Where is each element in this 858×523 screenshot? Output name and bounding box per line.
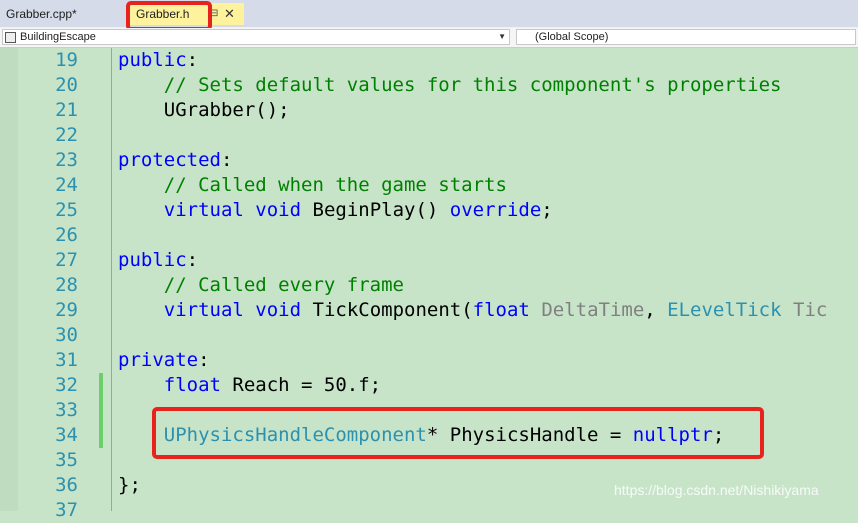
code-token: Reach = 50.f; [220, 374, 382, 396]
code-token: : [186, 49, 199, 71]
code-line[interactable]: 32 float Reach = 50.f; [0, 373, 858, 398]
code-text: // Sets default values for this componen… [118, 73, 782, 98]
code-token: override [449, 199, 542, 221]
code-highlight-annotation [152, 407, 764, 459]
code-token: // Called every frame [118, 274, 404, 296]
line-number: 30 [55, 324, 78, 346]
code-token: UGrabber(); [118, 99, 290, 121]
code-token: float [472, 299, 530, 321]
code-token: : [198, 349, 210, 371]
line-number: 21 [55, 99, 78, 121]
tab-label: Grabber.cpp* [6, 7, 77, 21]
code-text: private: [118, 348, 210, 373]
line-number: 36 [55, 474, 78, 496]
line-number: 24 [55, 174, 78, 196]
code-line[interactable]: 30 [0, 323, 858, 348]
code-line[interactable]: 25 virtual void BeginPlay() override; [0, 198, 858, 223]
code-token: // Sets default values for this componen… [118, 74, 782, 96]
close-icon[interactable]: ✕ [224, 3, 235, 25]
code-token: public [118, 49, 187, 71]
code-text: virtual void TickComponent(float DeltaTi… [118, 298, 828, 323]
code-line[interactable]: 26 [0, 223, 858, 248]
watermark: https://blog.csdn.net/Nishikiyama [614, 482, 819, 498]
code-line[interactable]: 23 protected: [0, 148, 858, 173]
line-number: 26 [55, 224, 78, 246]
line-number: 20 [55, 74, 78, 96]
code-text: virtual void BeginPlay() override; [118, 198, 553, 223]
code-text: protected: [118, 148, 232, 173]
code-line[interactable]: 29 virtual void TickComponent(float Delt… [0, 298, 858, 323]
code-text: }; [118, 473, 141, 498]
scope-name: (Global Scope) [535, 31, 609, 43]
code-token: private [118, 349, 199, 371]
line-number: 19 [55, 49, 78, 71]
scope-dropdown[interactable]: (Global Scope) [516, 29, 856, 45]
code-token: , [644, 299, 668, 321]
line-number: 32 [55, 374, 78, 396]
code-line[interactable]: 24 // Called when the game starts [0, 173, 858, 198]
line-number: 22 [55, 124, 78, 146]
code-token: virtual [163, 199, 244, 221]
code-token: ELevelTick [667, 299, 782, 321]
code-token: DeltaTime [541, 299, 645, 321]
line-number: 25 [55, 199, 78, 221]
code-text: // Called every frame [118, 273, 404, 298]
code-token: TickComponent( [301, 299, 473, 321]
navigation-bar: BuildingEscape ▼ (Global Scope) [0, 28, 858, 48]
code-token: ; [541, 199, 553, 221]
code-token: : [220, 149, 233, 171]
code-line[interactable]: 31 private: [0, 348, 858, 373]
code-token: void [255, 299, 302, 321]
line-number: 33 [55, 399, 78, 421]
code-token: BeginPlay() [301, 199, 450, 221]
project-dropdown[interactable]: BuildingEscape ▼ [2, 29, 510, 45]
code-text: // Called when the game starts [118, 173, 507, 198]
code-text: public: [118, 248, 198, 273]
code-line[interactable]: 28 // Called every frame [0, 273, 858, 298]
line-number: 23 [55, 149, 78, 171]
code-token: protected [118, 149, 221, 171]
code-token: public [118, 249, 187, 271]
project-icon [5, 32, 16, 43]
code-line[interactable]: 20 // Sets default values for this compo… [0, 73, 858, 98]
code-text: UGrabber(); [118, 98, 290, 123]
line-number: 35 [55, 449, 78, 471]
line-number: 31 [55, 349, 78, 371]
line-number: 27 [55, 249, 78, 271]
code-line[interactable]: 22 [0, 123, 858, 148]
code-line[interactable]: 27 public: [0, 248, 858, 273]
code-text: public: [118, 48, 198, 73]
code-token: float [163, 374, 221, 396]
line-number: 28 [55, 274, 78, 296]
chevron-down-icon[interactable]: ▼ [498, 30, 506, 44]
code-token: Tic [793, 299, 828, 321]
code-token: }; [118, 474, 141, 496]
code-token: : [186, 249, 199, 271]
code-line[interactable]: 19 public: [0, 48, 858, 73]
project-name: BuildingEscape [20, 31, 96, 43]
tab-grabber-cpp[interactable]: Grabber.cpp* [0, 3, 120, 25]
code-token: // Called when the game starts [118, 174, 507, 196]
tab-highlight-annotation [126, 1, 212, 31]
line-number: 29 [55, 299, 78, 321]
code-token: void [255, 199, 302, 221]
code-token: virtual [163, 299, 244, 321]
code-line[interactable]: 21 UGrabber(); [0, 98, 858, 123]
line-number: 34 [55, 424, 78, 446]
code-text: float Reach = 50.f; [118, 373, 381, 398]
